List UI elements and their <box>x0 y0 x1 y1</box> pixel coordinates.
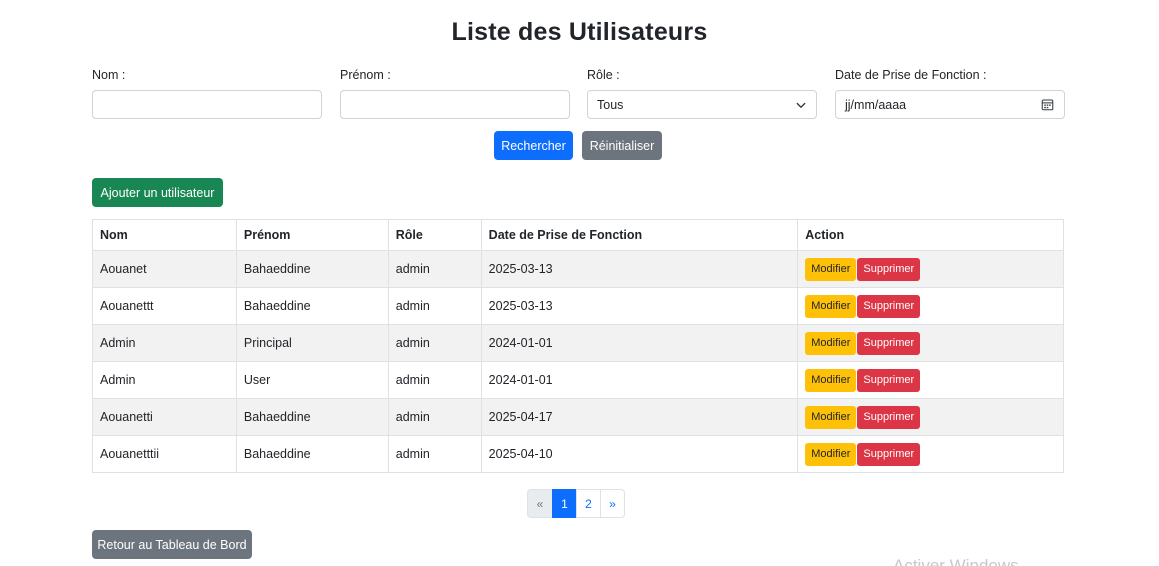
cell-action: Modifier Supprimer <box>797 398 1064 436</box>
edit-button[interactable]: Modifier <box>805 368 857 392</box>
table-row: Aouanetti Bahaeddine admin 2025-04-17 Mo… <box>92 398 1064 436</box>
cell-date: 2024-01-01 <box>480 361 799 399</box>
cell-role: admin <box>387 361 482 399</box>
filter-date: Date de Prise de Fonction : jj/mm/aaaa <box>835 68 1065 119</box>
search-button[interactable]: Rechercher <box>494 131 573 160</box>
cell-nom: Aouanetti <box>92 398 237 436</box>
table-header-row: Nom Prénom Rôle Date de Prise de Fonctio… <box>92 219 1064 251</box>
delete-button[interactable]: Supprimer <box>857 368 921 392</box>
col-header-role: Rôle <box>387 219 482 251</box>
cell-role: admin <box>387 324 482 362</box>
filter-prenom: Prénom : <box>340 68 570 119</box>
prenom-input[interactable] <box>340 90 570 119</box>
back-to-dashboard-button[interactable]: Retour au Tableau de Bord <box>92 530 252 559</box>
filter-nom-label: Nom : <box>92 68 126 82</box>
pagination-next[interactable]: » <box>600 489 625 518</box>
table-row: Admin User admin 2024-01-01 Modifier Supp… <box>92 361 1064 399</box>
cell-date: 2025-03-13 <box>480 287 799 325</box>
cell-date: 2024-01-01 <box>480 324 799 362</box>
edit-button[interactable]: Modifier <box>805 294 857 318</box>
cell-prenom: Principal <box>235 324 389 362</box>
cell-date: 2025-04-10 <box>480 435 799 473</box>
role-select[interactable]: Tous <box>587 90 817 119</box>
delete-button[interactable]: Supprimer <box>857 442 921 466</box>
cell-nom: Aouanetttii <box>92 435 237 473</box>
edit-button[interactable]: Modifier <box>805 257 857 281</box>
chevron-down-icon <box>796 102 806 108</box>
cell-nom: Aouanet <box>92 250 237 288</box>
calendar-icon[interactable] <box>1041 98 1054 111</box>
cell-nom: Admin <box>92 361 237 399</box>
cell-action: Modifier Supprimer <box>797 287 1064 325</box>
nom-input[interactable] <box>92 90 322 119</box>
delete-button[interactable]: Supprimer <box>857 331 921 355</box>
cell-action: Modifier Supprimer <box>797 435 1064 473</box>
edit-button[interactable]: Modifier <box>805 331 857 355</box>
users-table: Nom Prénom Rôle Date de Prise de Fonctio… <box>92 219 1064 473</box>
cell-date: 2025-03-13 <box>480 250 799 288</box>
col-header-nom: Nom <box>92 219 237 251</box>
cell-prenom: Bahaeddine <box>235 250 389 288</box>
cell-role: admin <box>387 287 482 325</box>
edit-button[interactable]: Modifier <box>805 442 857 466</box>
filter-role-label: Rôle : <box>587 68 620 82</box>
cell-action: Modifier Supprimer <box>797 361 1064 399</box>
pagination: « 1 2 » <box>527 489 625 518</box>
delete-button[interactable]: Supprimer <box>857 294 921 318</box>
cell-role: admin <box>387 435 482 473</box>
cell-nom: Aouanettt <box>92 287 237 325</box>
col-header-date: Date de Prise de Fonction <box>480 219 799 251</box>
date-input-placeholder: jj/mm/aaaa <box>845 97 907 112</box>
add-user-button[interactable]: Ajouter un utilisateur <box>92 178 223 207</box>
cell-action: Modifier Supprimer <box>797 324 1064 362</box>
role-select-value: Tous <box>597 97 624 112</box>
filter-prenom-label: Prénom : <box>340 68 391 82</box>
table-row: Aouanetttii Bahaeddine admin 2025-04-10 … <box>92 435 1064 473</box>
cell-prenom: Bahaeddine <box>235 435 389 473</box>
filter-role: Rôle : Tous <box>587 68 817 119</box>
cell-nom: Admin <box>92 324 237 362</box>
windows-activation-watermark: Activer Windows <box>893 556 1019 566</box>
delete-button[interactable]: Supprimer <box>857 257 921 281</box>
cell-role: admin <box>387 250 482 288</box>
cell-action: Modifier Supprimer <box>797 250 1064 288</box>
cell-prenom: Bahaeddine <box>235 398 389 436</box>
cell-role: admin <box>387 398 482 436</box>
pagination-page-2[interactable]: 2 <box>576 489 601 518</box>
table-row: Admin Principal admin 2024-01-01 Modifie… <box>92 324 1064 362</box>
reset-button[interactable]: Réinitialiser <box>582 131 662 160</box>
page-title: Liste des Utilisateurs <box>451 18 708 46</box>
col-header-prenom: Prénom <box>235 219 389 251</box>
cell-prenom: Bahaeddine <box>235 287 389 325</box>
cell-date: 2025-04-17 <box>480 398 799 436</box>
filter-nom: Nom : <box>92 68 322 119</box>
edit-button[interactable]: Modifier <box>805 405 857 429</box>
table-row: Aouanet Bahaeddine admin 2025-03-13 Modi… <box>92 250 1064 288</box>
cell-prenom: User <box>235 361 389 399</box>
table-row: Aouanettt Bahaeddine admin 2025-03-13 Mo… <box>92 287 1064 325</box>
filter-date-label: Date de Prise de Fonction : <box>835 68 987 82</box>
pagination-prev[interactable]: « <box>527 489 553 518</box>
date-input[interactable]: jj/mm/aaaa <box>835 90 1065 119</box>
col-header-action: Action <box>797 219 1064 251</box>
delete-button[interactable]: Supprimer <box>857 405 921 429</box>
pagination-page-1[interactable]: 1 <box>552 489 577 518</box>
